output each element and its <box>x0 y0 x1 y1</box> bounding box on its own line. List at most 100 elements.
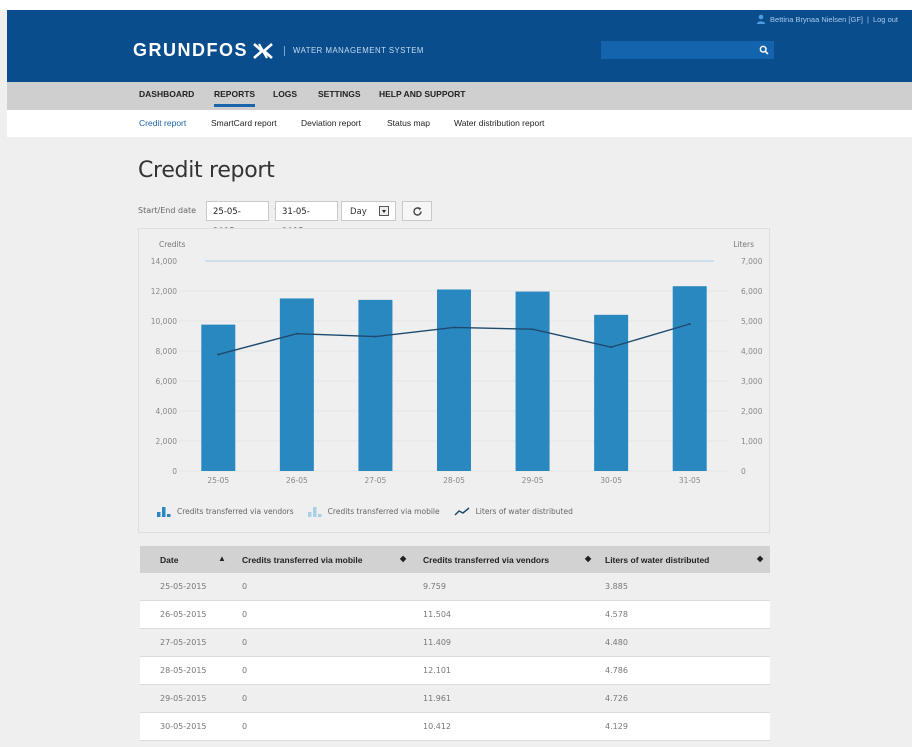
column-header-mobile[interactable]: Credits transferred via mobile ◆ <box>225 546 415 573</box>
point-liters <box>295 332 298 335</box>
table-row[interactable]: 25-05-2015 0 9.759 3.885 <box>140 573 770 601</box>
refresh-button[interactable] <box>402 201 432 221</box>
legend-label: Liters of water distributed <box>475 506 573 516</box>
nav-help-and-support[interactable]: HELP AND SUPPORT <box>379 82 465 110</box>
y-left-tick-label: 10,000 <box>151 317 177 326</box>
header-label: Liters of water distributed <box>605 555 710 565</box>
main-nav: DASHBOARD REPORTS LOGS SETTINGS HELP AND… <box>7 82 912 110</box>
app-header: Bettina Brynaa Nielsen [GF] | Log out GR… <box>7 10 912 82</box>
table-cell: 12.101 <box>415 656 595 685</box>
table-row[interactable] <box>140 740 770 747</box>
x-tick-label: 27-05 <box>365 476 387 485</box>
y-right-tick-label: 5,000 <box>741 317 763 326</box>
logout-link[interactable]: Log out <box>873 15 898 24</box>
subnav-water-distribution-report[interactable]: Water distribution report <box>454 110 544 137</box>
dropdown-arrow-icon[interactable] <box>379 206 389 216</box>
cell-text: 11.504 <box>423 610 451 619</box>
table-cell: 29-05-2015 <box>140 684 225 713</box>
table-cell: 0 <box>225 600 415 629</box>
bar-vendors <box>358 299 393 471</box>
table-row[interactable]: 26-05-2015 0 11.504 4.578 <box>140 600 770 629</box>
cell-text: 4.480 <box>605 638 628 647</box>
column-header-vendors[interactable]: Credits transferred via vendors ◆ <box>415 546 595 573</box>
legend-label: Credits transferred via mobile <box>327 506 440 516</box>
subnav-status-map[interactable]: Status map <box>387 110 430 137</box>
table-row[interactable]: 30-05-2015 0 10.412 4.129 <box>140 712 770 741</box>
nav-settings[interactable]: SETTINGS <box>318 82 361 110</box>
y-left-axis-title: Credits <box>159 240 186 249</box>
cell-text: 3.885 <box>605 582 628 591</box>
end-date-input[interactable]: 31-05-2015 <box>275 201 338 237</box>
table-cell: 0 <box>225 573 415 601</box>
table-cell: 4.480 <box>595 628 770 657</box>
nav-dashboard[interactable]: DASHBOARD <box>139 82 194 110</box>
cell-text: 10.412 <box>423 722 451 731</box>
header-label: Date <box>160 555 179 565</box>
table-cell: 4.726 <box>595 684 770 713</box>
user-area: Bettina Brynaa Nielsen [GF] | Log out <box>756 14 898 24</box>
x-tick-label: 28-05 <box>443 476 465 485</box>
table-cell: 4.786 <box>595 656 770 685</box>
sort-icon[interactable]: ◆ <box>757 554 763 563</box>
column-header-liters[interactable]: Liters of water distributed ◆ <box>595 546 770 573</box>
y-right-tick-label: 0 <box>741 467 746 476</box>
search-box <box>601 41 774 59</box>
date-range-label: Start/End date <box>138 206 197 215</box>
cell-text: 25-05-2015 <box>160 582 207 591</box>
header-label: Credits transferred via vendors <box>423 555 550 565</box>
column-header-date[interactable]: Date ▲ <box>140 546 226 573</box>
x-tick-label: 30-05 <box>600 476 622 485</box>
y-right-tick-label: 7,000 <box>741 257 763 266</box>
brand-subtitle: WATER MANAGEMENT SYSTEM <box>293 46 424 55</box>
subnav-deviation-report[interactable]: Deviation report <box>301 110 361 137</box>
table-cell: 11.409 <box>415 628 595 657</box>
y-right-tick-label: 6,000 <box>741 287 763 296</box>
table-cell: 0 <box>225 628 415 657</box>
sort-icon[interactable]: ◆ <box>400 554 406 563</box>
cell-text: 0 <box>242 582 248 591</box>
cell-text: 0 <box>242 694 248 703</box>
period-select[interactable]: Day <box>341 201 396 221</box>
table-row[interactable]: 29-05-2015 0 11.961 4.726 <box>140 684 770 713</box>
cell-text: 27-05-2015 <box>160 638 207 647</box>
sort-icon[interactable]: ◆ <box>585 554 591 563</box>
bar-vendors <box>515 291 550 471</box>
cell-text: 11.961 <box>423 694 451 703</box>
user-name-link[interactable]: Bettina Brynaa Nielsen [GF] <box>770 15 863 24</box>
search-icon[interactable] <box>759 45 769 55</box>
subnav-credit-report[interactable]: Credit report <box>139 110 186 137</box>
search-input[interactable] <box>601 41 763 59</box>
legend-liters[interactable]: Liters of water distributed <box>454 506 573 517</box>
credit-table-wrapper: Date ▲ Credits transferred via mobile ◆ … <box>140 546 770 747</box>
subnav-smartcard-report[interactable]: SmartCard report <box>211 110 277 137</box>
point-liters <box>217 353 220 356</box>
y-right-tick-label: 2,000 <box>741 407 763 416</box>
grundfos-logo[interactable]: GRUNDFOS WATER MANAGEMENT SYSTEM <box>133 40 424 61</box>
y-left-tick-label: 2,000 <box>156 437 178 446</box>
nav-logs[interactable]: LOGS <box>273 82 297 110</box>
cell-text: 12.101 <box>423 666 451 675</box>
table-cell: 0 <box>225 684 415 713</box>
table-cell: 10.412 <box>415 712 595 741</box>
legend-mobile[interactable]: Credits transferred via mobile <box>307 506 440 517</box>
y-left-tick-label: 4,000 <box>156 407 178 416</box>
period-select-value: Day <box>350 207 367 217</box>
cell-text: 9.759 <box>423 582 446 591</box>
table-row[interactable]: 27-05-2015 0 11.409 4.480 <box>140 628 770 657</box>
y-right-tick-label: 4,000 <box>741 347 763 356</box>
table-cell: 11.961 <box>415 684 595 713</box>
point-liters <box>688 323 691 325</box>
table-row[interactable]: 28-05-2015 0 12.101 4.786 <box>140 656 770 685</box>
y-left-tick-label: 14,000 <box>151 257 177 266</box>
cell-text: 4.129 <box>605 722 628 731</box>
point-liters <box>531 328 534 331</box>
table-cell: 0 <box>225 712 415 741</box>
nav-reports[interactable]: REPORTS <box>214 82 256 110</box>
cell-text: 0 <box>242 610 248 619</box>
user-separator: | <box>867 14 869 24</box>
start-date-input[interactable]: 25-05-2015 <box>206 201 269 237</box>
table-cell: 26-05-2015 <box>140 600 225 629</box>
legend-vendors[interactable]: Credits transferred via vendors <box>157 506 294 517</box>
table-cell: 27-05-2015 <box>140 628 225 657</box>
table-cell <box>415 740 595 747</box>
